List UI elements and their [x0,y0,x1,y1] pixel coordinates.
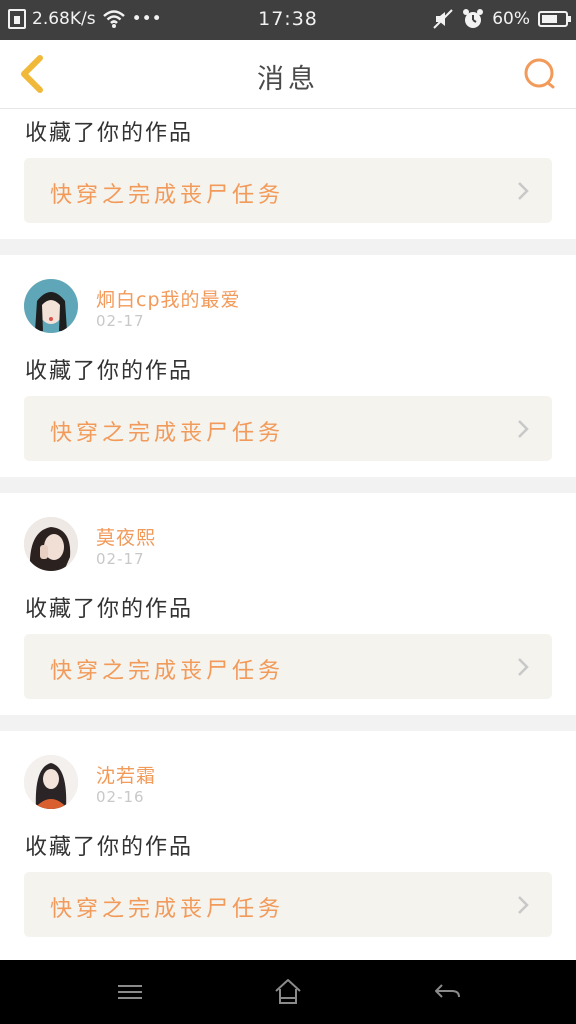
avatar[interactable] [24,517,78,571]
header-bar: 消息 [0,40,576,109]
avatar-image [24,517,78,571]
message-text: 收藏了你的作品 [25,835,194,860]
alarm-icon [463,9,484,28]
status-bar: 2.68K/s ••• 17:38 60% [0,0,576,40]
message-item: 炯白cp我的最爱 02-17 收藏了你的作品 快穿之完成丧尸任务 [0,255,576,477]
avatar[interactable] [24,279,78,333]
status-right: 60% [432,8,571,30]
avatar[interactable] [24,755,78,809]
avatar-image [24,755,78,809]
message-text: 收藏了你的作品 [25,359,194,384]
work-link[interactable]: 快穿之完成丧尸任务 [24,396,552,461]
chevron-right-icon [518,658,529,676]
system-nav-bar [0,960,576,1024]
work-link[interactable]: 快穿之完成丧尸任务 [24,872,552,937]
username[interactable]: 莫夜熙 [96,523,156,550]
username[interactable]: 沈若霜 [96,761,156,788]
return-button[interactable] [430,976,464,1008]
work-title: 快穿之完成丧尸任务 [50,183,285,208]
work-link[interactable]: 快穿之完成丧尸任务 [24,158,552,223]
message-item: 收藏了你的作品 快穿之完成丧尸任务 [0,109,576,239]
battery-percent: 60% [492,9,530,29]
message-item: 莫夜熙 02-17 收藏了你的作品 快穿之完成丧尸任务 [0,493,576,715]
work-title: 快穿之完成丧尸任务 [50,897,285,922]
message-date: 02-16 [96,788,145,806]
username[interactable]: 炯白cp我的最爱 [96,285,241,312]
divider [0,477,576,493]
mute-icon [433,9,453,29]
work-title: 快穿之完成丧尸任务 [50,421,285,446]
work-title: 快穿之完成丧尸任务 [50,659,285,684]
message-date: 02-17 [96,312,145,330]
message-list[interactable]: 收藏了你的作品 快穿之完成丧尸任务 炯白cp我的最爱 02-17 收藏了你的作品… [0,109,576,960]
chevron-right-icon [518,420,529,438]
work-link[interactable]: 快穿之完成丧尸任务 [24,634,552,699]
divider [0,239,576,255]
message-text: 收藏了你的作品 [25,597,194,622]
message-date: 02-17 [96,550,145,568]
page-title: 消息 [257,64,319,95]
menu-button[interactable] [113,976,147,1008]
home-icon [275,979,301,1004]
chevron-right-icon [518,896,529,914]
home-button[interactable] [271,976,305,1008]
return-icon [435,984,460,998]
battery-icon [538,11,571,27]
message-text: 收藏了你的作品 [25,121,194,146]
chevron-right-icon [518,182,529,200]
search-icon [524,58,555,89]
menu-icon [118,985,142,999]
search-button[interactable] [522,56,558,92]
message-item: 沈若霜 02-16 收藏了你的作品 快穿之完成丧尸任务 [0,731,576,960]
avatar-image [24,279,78,333]
divider [0,715,576,731]
